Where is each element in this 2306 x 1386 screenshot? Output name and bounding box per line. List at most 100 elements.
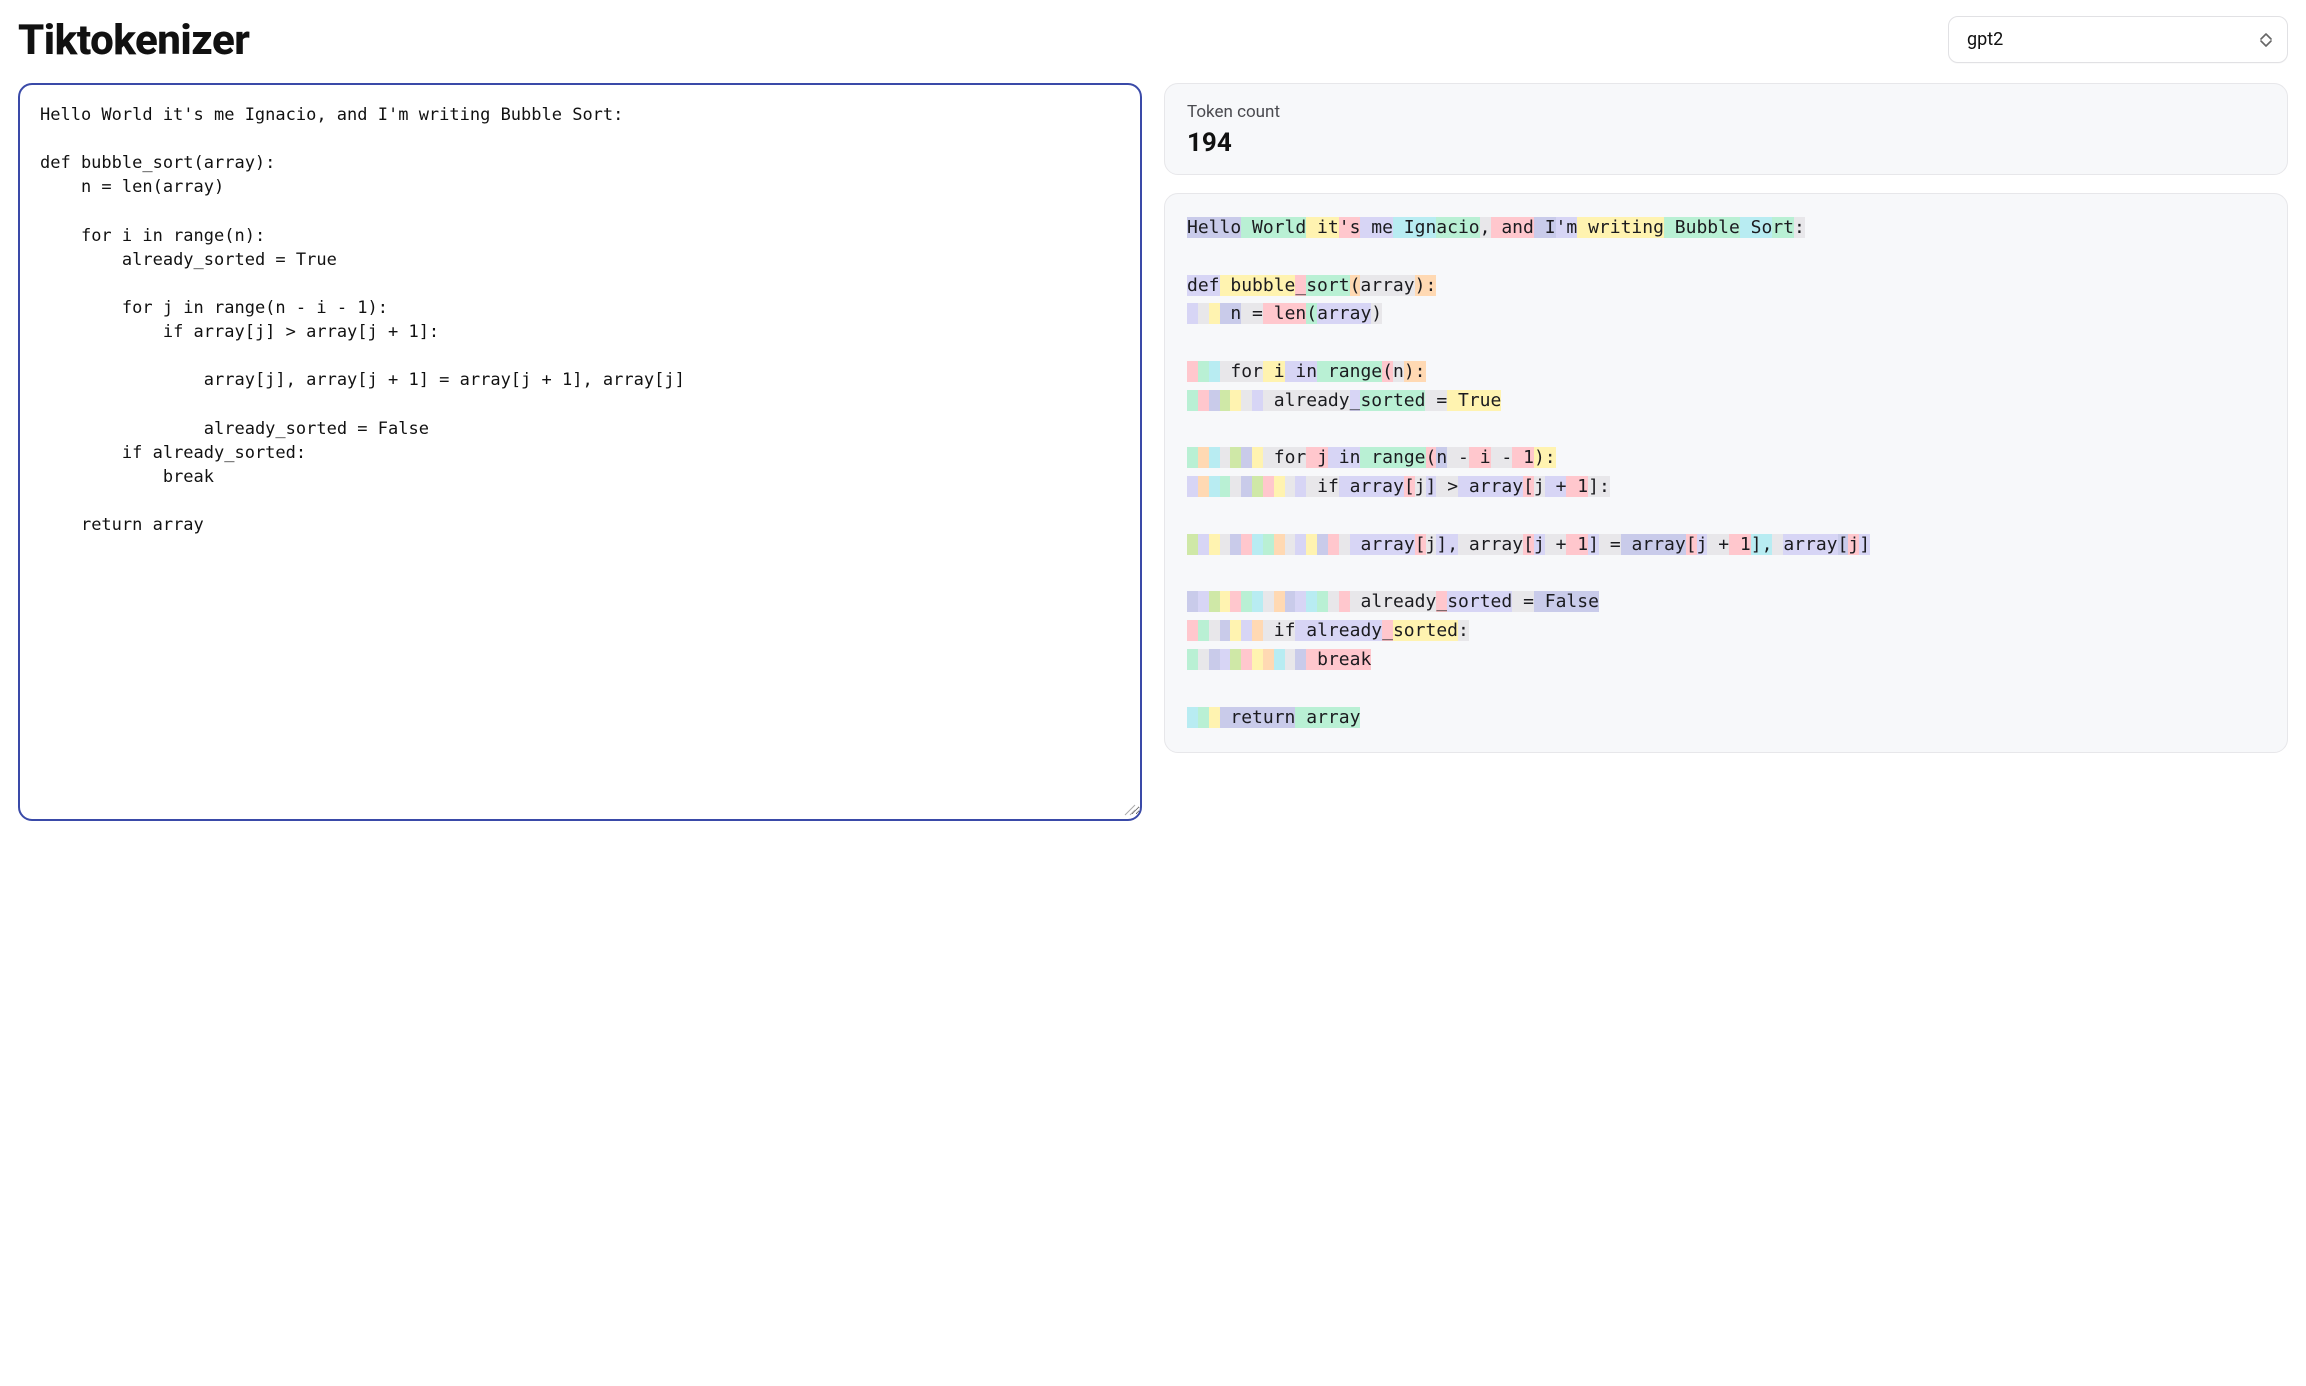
token — [1241, 447, 1252, 468]
token: [ — [1415, 534, 1426, 555]
token — [1198, 707, 1209, 728]
token: , — [1480, 217, 1491, 238]
text-input[interactable] — [20, 85, 1140, 815]
tokens-visualization: Hello World it's me Ignacio, and I'm wri… — [1164, 193, 2288, 753]
token — [1263, 591, 1274, 612]
input-pane — [18, 83, 1142, 821]
token — [1241, 620, 1252, 641]
token: j — [1534, 476, 1545, 497]
token: it — [1306, 217, 1339, 238]
token: ] — [1588, 534, 1599, 555]
token — [1198, 534, 1209, 555]
token — [1209, 390, 1220, 411]
token — [1241, 649, 1252, 670]
token — [1230, 620, 1241, 641]
token: sorted — [1393, 620, 1458, 641]
token — [1220, 476, 1231, 497]
token: ]: — [1588, 476, 1610, 497]
token: 's — [1339, 217, 1361, 238]
token-count-value: 194 — [1187, 128, 2265, 158]
token: [ — [1523, 534, 1534, 555]
token: ): — [1415, 275, 1437, 296]
token — [1263, 476, 1274, 497]
token: = — [1425, 390, 1447, 411]
token: ): — [1534, 447, 1556, 468]
token — [1220, 534, 1231, 555]
token — [1295, 476, 1306, 497]
token — [1295, 534, 1306, 555]
token: - — [1447, 447, 1469, 468]
token: range — [1360, 447, 1425, 468]
token: Hello — [1187, 217, 1241, 238]
token — [1209, 303, 1220, 324]
token: : — [1794, 217, 1805, 238]
token — [1187, 361, 1198, 382]
token: def — [1187, 275, 1220, 296]
token: return — [1220, 707, 1296, 728]
token — [1252, 620, 1263, 641]
token — [1209, 447, 1220, 468]
token: array — [1350, 534, 1415, 555]
token: = — [1599, 534, 1621, 555]
token: me — [1360, 217, 1393, 238]
token: 1 — [1512, 447, 1534, 468]
token: = — [1512, 591, 1534, 612]
token — [1220, 620, 1231, 641]
token: So — [1740, 217, 1773, 238]
token-count-label: Token count — [1187, 102, 2265, 122]
token: ( — [1306, 303, 1317, 324]
token: acio — [1436, 217, 1479, 238]
token: [ — [1523, 476, 1534, 497]
token — [1198, 390, 1209, 411]
token — [1198, 447, 1209, 468]
token: ] — [1859, 534, 1870, 555]
token: + — [1545, 476, 1567, 497]
token: already — [1263, 390, 1350, 411]
token: i — [1469, 447, 1491, 468]
page-title: Tiktokenizer — [18, 16, 249, 65]
token: writing — [1577, 217, 1664, 238]
token: [ — [1686, 534, 1697, 555]
token: n — [1393, 361, 1404, 382]
token — [1209, 620, 1220, 641]
token — [1274, 591, 1285, 612]
token: _ — [1295, 275, 1306, 296]
token: range — [1317, 361, 1382, 382]
token: ( — [1426, 447, 1437, 468]
token — [1187, 476, 1198, 497]
token — [1198, 591, 1209, 612]
token — [1252, 591, 1263, 612]
token — [1209, 361, 1220, 382]
token: j — [1848, 534, 1859, 555]
token: if — [1306, 476, 1339, 497]
token — [1295, 649, 1306, 670]
token — [1317, 534, 1328, 555]
token: Ign — [1393, 217, 1436, 238]
token: for — [1263, 447, 1306, 468]
model-select-value: gpt2 — [1967, 29, 2003, 50]
token — [1187, 303, 1198, 324]
token — [1241, 591, 1252, 612]
token: j — [1534, 534, 1545, 555]
token — [1209, 476, 1220, 497]
token — [1274, 476, 1285, 497]
token — [1285, 476, 1296, 497]
token — [1187, 591, 1198, 612]
token — [1241, 534, 1252, 555]
token: : — [1458, 620, 1469, 641]
token: _ — [1350, 390, 1361, 411]
token — [1317, 591, 1328, 612]
token: array — [1317, 303, 1371, 324]
token — [1220, 649, 1231, 670]
token: True — [1447, 390, 1501, 411]
token: n — [1220, 303, 1242, 324]
token: ] — [1426, 476, 1437, 497]
token — [1339, 534, 1350, 555]
token: and — [1491, 217, 1534, 238]
token: already — [1295, 620, 1382, 641]
token: for — [1220, 361, 1263, 382]
token: in — [1285, 361, 1318, 382]
token — [1187, 620, 1198, 641]
token: _ — [1436, 591, 1447, 612]
model-select[interactable]: gpt2 — [1948, 16, 2288, 63]
